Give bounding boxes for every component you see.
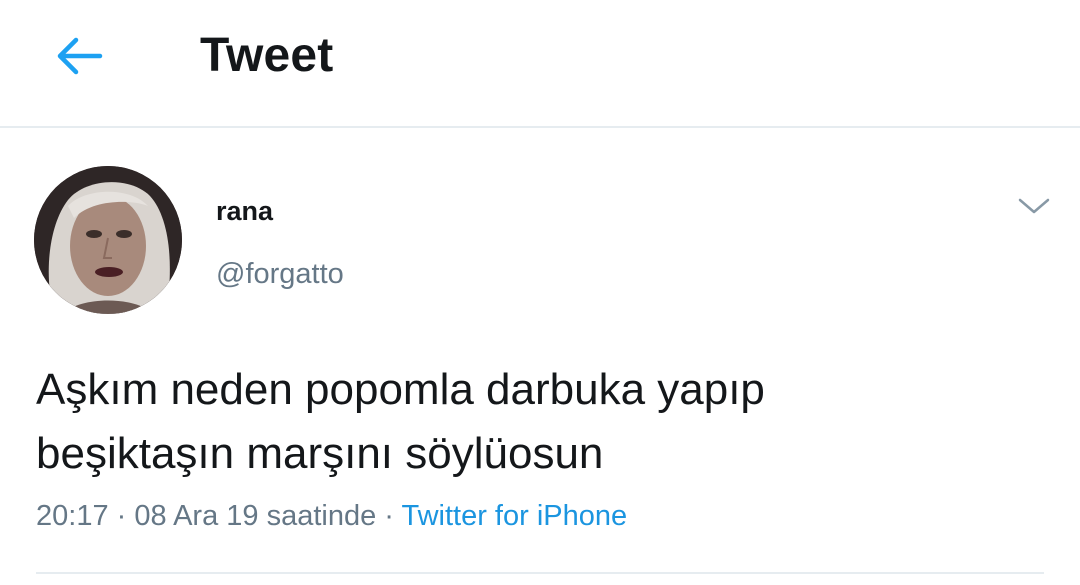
tweet-text-line: Aşkım neden popomla darbuka yapıp <box>36 365 765 414</box>
tweet-source-link[interactable]: Twitter for iPhone <box>401 500 627 532</box>
author-display-name[interactable]: rana <box>216 196 273 227</box>
tweet-time: 20:17 <box>36 500 109 532</box>
author-username[interactable]: @forgatto <box>216 258 344 291</box>
top-bar: Tweet <box>0 0 1080 128</box>
tweet-meta: 20:17 · 08 Ara 19 saatinde · Twitter for… <box>36 500 627 533</box>
back-button[interactable] <box>48 28 108 84</box>
meta-separator: · <box>108 500 135 532</box>
avatar[interactable] <box>34 166 182 314</box>
chevron-down-icon <box>1018 198 1050 214</box>
tweet-detail-screen: Tweet rana @forgatto Aşkım neden popomla… <box>0 0 1080 585</box>
divider <box>36 572 1044 574</box>
avatar-photo <box>34 166 182 314</box>
tweet-text-line: beşiktaşın marşını söylüosun <box>36 429 604 478</box>
tweet-text: Aşkım neden popomla darbuka yapıp beşikt… <box>36 358 1036 486</box>
page-title: Tweet <box>200 29 334 82</box>
tweet-date[interactable]: 08 Ara 19 saatinde <box>134 500 376 532</box>
arrow-left-icon <box>57 37 103 75</box>
tweet-options-button[interactable] <box>1012 188 1056 224</box>
meta-separator: · <box>376 500 402 532</box>
